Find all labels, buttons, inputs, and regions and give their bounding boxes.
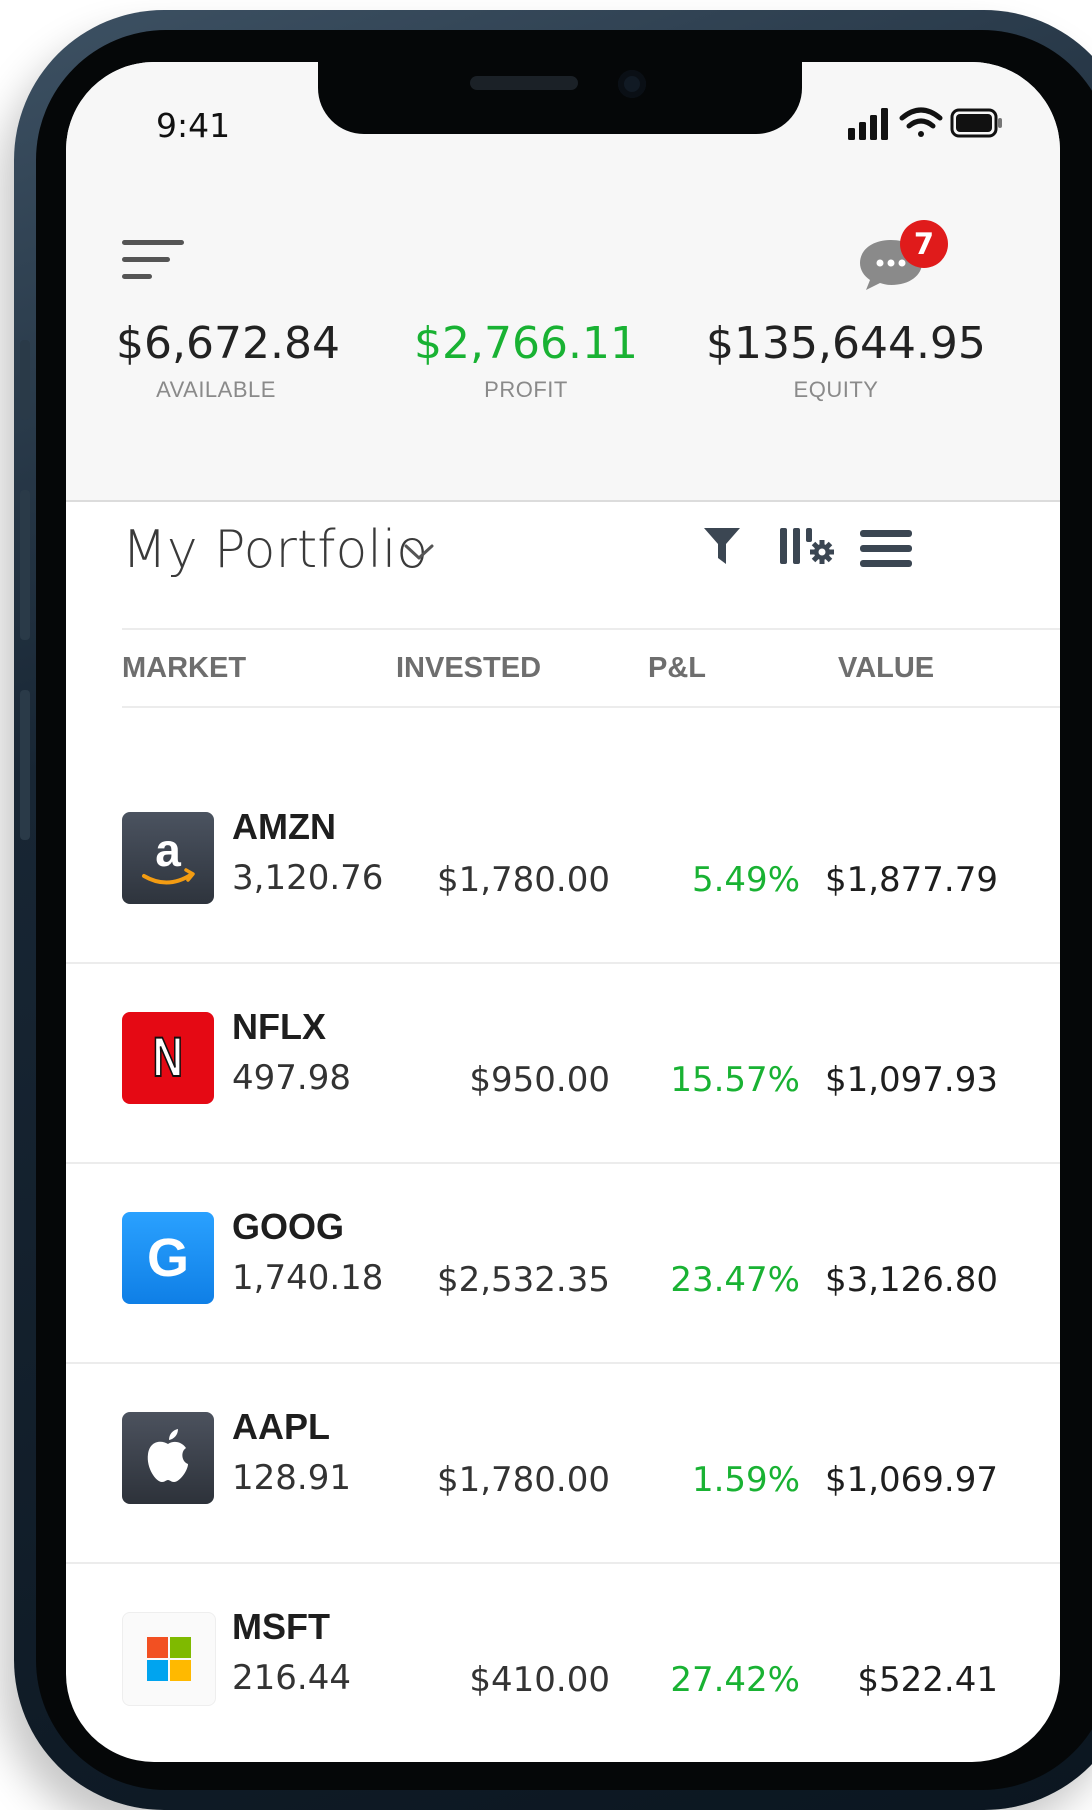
google-logo-icon: G — [147, 1228, 189, 1288]
column-header-market[interactable]: MARKET — [122, 652, 246, 685]
invested-amount: $950.00 — [469, 1060, 610, 1100]
stat-equity-value: $135,644.95 — [706, 318, 986, 369]
ticker-symbol: MSFT — [232, 1606, 330, 1647]
filter-icon[interactable] — [702, 524, 742, 568]
table-row[interactable]: N NFLX 497.98 $950.00 15.57% $1,097.93 — [66, 964, 1060, 1164]
table-row[interactable]: MSFT 216.44 $410.00 27.42% $522.41 — [66, 1564, 1060, 1762]
market-price: 3,120.76 — [232, 858, 384, 898]
microsoft-logo-icon — [147, 1637, 191, 1681]
pl-percent: 15.57% — [670, 1060, 800, 1100]
amazon-logo-icon: a — [142, 824, 195, 885]
side-button — [20, 690, 30, 840]
google-logo: G — [122, 1212, 214, 1304]
stat-profit-label: PROFIT — [484, 377, 568, 402]
ticker-symbol: AAPL — [232, 1406, 330, 1447]
table-row[interactable]: G GOOG 1,740.18 $2,532.35 23.47% $3,126.… — [66, 1164, 1060, 1364]
netflix-logo-icon: N — [152, 1025, 184, 1089]
stat-available-value: $6,672.84 — [116, 318, 340, 369]
svg-text:N: N — [153, 1026, 183, 1088]
pl-percent: 1.59% — [691, 1460, 800, 1500]
position-value: $1,069.97 — [824, 1460, 998, 1500]
ticker-symbol: GOOG — [232, 1206, 345, 1247]
notch — [318, 62, 802, 134]
table-header: MARKET INVESTED P&L VALUE — [122, 628, 1060, 708]
stat-equity-label: EQUITY — [793, 377, 879, 402]
stat-available-label: AVAILABLE — [156, 377, 276, 402]
column-settings-icon[interactable] — [778, 524, 836, 568]
column-header-invested[interactable]: INVESTED — [396, 652, 541, 685]
position-value: $522.41 — [857, 1660, 998, 1700]
pl-percent: 23.47% — [670, 1260, 800, 1300]
table-row[interactable]: AAPL 128.91 $1,780.00 1.59% $1,069.97 — [66, 1364, 1060, 1564]
stat-equity: $135,644.95 EQUITY — [706, 318, 986, 403]
notifications-button[interactable]: 7 — [856, 220, 966, 300]
position-value: $3,126.80 — [824, 1260, 998, 1300]
column-header-value[interactable]: VALUE — [838, 652, 934, 685]
svg-text:a: a — [155, 824, 181, 876]
microsoft-logo — [122, 1612, 216, 1706]
invested-amount: $2,532.35 — [436, 1260, 610, 1300]
stat-profit: $2,766.11 PROFIT — [406, 318, 646, 403]
apple-logo-icon — [147, 1429, 188, 1482]
stat-profit-value: $2,766.11 — [414, 318, 638, 369]
app-screen: 9:41 7 $6,672.84 AVAILABLE $2,766.11 PRO… — [66, 62, 1060, 1762]
status-time: 9:41 — [156, 106, 231, 145]
side-button — [20, 490, 30, 640]
invested-amount: $410.00 — [469, 1660, 610, 1700]
status-icons — [848, 107, 1002, 140]
market-price: 497.98 — [232, 1058, 351, 1098]
ticker-symbol: AMZN — [232, 806, 336, 847]
column-header-pl[interactable]: P&L — [648, 652, 706, 685]
ticker-symbol: NFLX — [232, 1006, 326, 1047]
netflix-logo: N — [122, 1012, 214, 1104]
stat-available: $6,672.84 AVAILABLE — [116, 318, 340, 403]
speaker-grille — [470, 76, 578, 90]
svg-text:G: G — [147, 1228, 189, 1288]
market-price: 216.44 — [232, 1658, 351, 1698]
pl-percent: 27.42% — [670, 1660, 800, 1700]
table-row[interactable]: a AMZN 3,120.76 $1,780.00 5.49% $1,877.7… — [66, 764, 1060, 964]
invested-amount: $1,780.00 — [436, 860, 610, 900]
portfolio-selector[interactable]: My Portfolio — [122, 520, 428, 580]
list-view-icon[interactable] — [860, 528, 912, 568]
position-value: $1,877.79 — [824, 860, 998, 900]
chevron-down-icon[interactable] — [402, 540, 436, 564]
side-button — [20, 340, 30, 420]
invested-amount: $1,780.00 — [436, 1460, 610, 1500]
signal-icon — [848, 108, 888, 140]
menu-icon[interactable] — [122, 240, 184, 280]
wifi-icon — [899, 107, 943, 137]
pl-percent: 5.49% — [691, 860, 800, 900]
amazon-logo: a — [122, 812, 214, 904]
position-value: $1,097.93 — [824, 1060, 998, 1100]
apple-logo — [122, 1412, 214, 1504]
front-camera — [618, 70, 646, 98]
battery-icon — [950, 108, 1002, 138]
market-price: 128.91 — [232, 1458, 351, 1498]
market-price: 1,740.18 — [232, 1258, 384, 1298]
notification-badge: 7 — [900, 220, 948, 268]
